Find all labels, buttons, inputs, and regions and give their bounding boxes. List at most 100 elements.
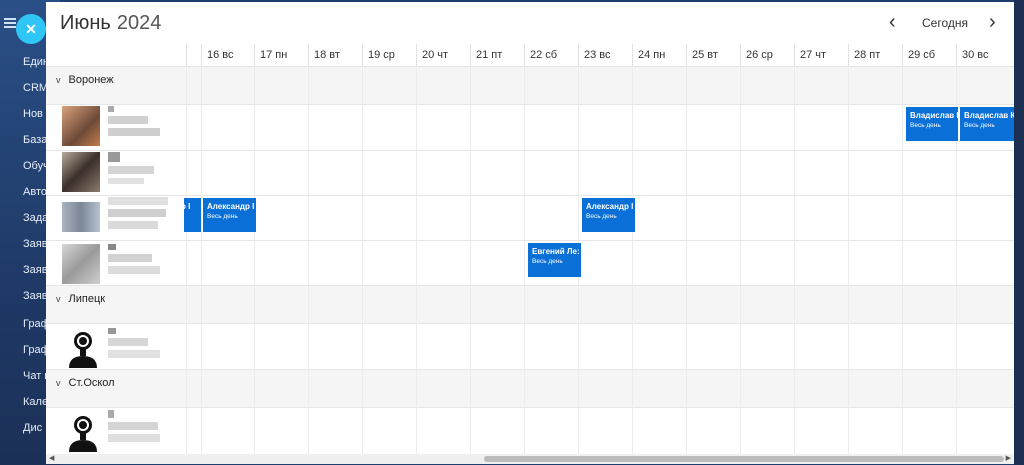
group-toggle[interactable]: v Ст.Оскол xyxy=(56,377,115,389)
close-icon: ✕ xyxy=(25,20,37,37)
day-header: 24 пн xyxy=(632,44,686,66)
grid-line xyxy=(902,66,903,454)
day-header: 27 чт xyxy=(794,44,848,66)
sidebar-item[interactable]: База xyxy=(23,134,47,146)
resource-name-redacted xyxy=(108,152,168,186)
sidebar-item[interactable]: CRM xyxy=(23,82,48,94)
sidebar-item[interactable]: Заяв xyxy=(23,290,48,302)
sidebar-item[interactable]: Обуч xyxy=(23,160,49,172)
calendar-panel: Июнь 2024 ‹ Сегодня › 16 вс 17 пн 18 вт 1… xyxy=(46,2,1014,464)
day-header: 26 ср xyxy=(740,44,794,66)
event-title: Владислав К xyxy=(910,111,958,120)
calendar-event[interactable]: Евгений Ле: Весь день xyxy=(528,243,581,277)
event-title: Евгений Ле: xyxy=(532,247,580,256)
timeline-grid: 16 вс 17 пн 18 вт 19 ср 20 чт 21 пт 22 с… xyxy=(46,44,1014,464)
sidebar-item[interactable]: Нов xyxy=(23,108,43,120)
event-duration: Весь день xyxy=(964,122,995,129)
grid-line xyxy=(362,66,363,454)
page-title: Июнь 2024 xyxy=(60,12,161,35)
day-header: 28 пт xyxy=(848,44,902,66)
sidebar-item[interactable]: Дис xyxy=(23,422,42,434)
resource-name-redacted xyxy=(108,328,168,362)
day-header: 19 ср xyxy=(362,44,416,66)
window-edge xyxy=(1014,0,1024,465)
resource-name-redacted xyxy=(108,106,168,140)
horizontal-scrollbar[interactable]: ◀ ▶ xyxy=(46,454,1014,464)
avatar xyxy=(62,244,100,284)
chevron-right-icon[interactable]: › xyxy=(989,10,1007,36)
calendar-event[interactable]: Александр I Весь день xyxy=(203,198,256,232)
group-row: v Воронеж xyxy=(46,66,1014,104)
event-duration: Весь день xyxy=(910,122,941,129)
month-label: Июнь xyxy=(60,12,111,34)
resource-row xyxy=(46,150,1014,195)
group-label: Ст.Оскол xyxy=(68,377,115,389)
group-row: v Ст.Оскол xyxy=(46,369,1014,407)
group-label: Воронеж xyxy=(68,74,114,86)
calendar-event[interactable]: Александр I Весь день xyxy=(582,198,635,232)
grid-line xyxy=(201,66,202,454)
grid-line xyxy=(308,66,309,454)
grid-line xyxy=(794,66,795,454)
grid-line xyxy=(470,66,471,454)
chevron-down-icon: v xyxy=(56,294,61,304)
today-button[interactable]: Сегодня xyxy=(922,16,968,30)
event-title: Александр I xyxy=(586,202,634,211)
grid-line xyxy=(416,66,417,454)
chevron-down-icon: v xyxy=(56,378,61,388)
resource-name-redacted xyxy=(108,410,168,444)
day-header: 17 пн xyxy=(254,44,308,66)
resource-row xyxy=(46,407,1014,454)
grid-line xyxy=(254,66,255,454)
group-toggle[interactable]: v Воронеж xyxy=(56,74,114,86)
close-panel-button[interactable]: ✕ xyxy=(16,14,46,44)
event-title: Александр I xyxy=(207,202,255,211)
sidebar-item[interactable]: Заяв xyxy=(23,238,48,250)
day-header: 18 вт xyxy=(308,44,362,66)
resource-row xyxy=(46,104,1014,150)
hamburger-menu-icon[interactable] xyxy=(4,18,16,28)
grid-line xyxy=(632,66,633,454)
calendar-event[interactable]: Владислав К Весь день xyxy=(906,107,958,141)
resource-name-redacted xyxy=(108,197,182,231)
calendar-event[interactable]: Владислав К Весь день xyxy=(960,107,1014,141)
resource-row xyxy=(46,323,1014,369)
calendar-event[interactable]: Александр I xyxy=(184,198,201,232)
avatar xyxy=(62,106,100,146)
scrollbar-thumb[interactable] xyxy=(484,456,1004,462)
avatar xyxy=(62,202,100,232)
event-duration: Весь день xyxy=(586,213,617,220)
grid-line xyxy=(186,66,187,454)
sidebar-item[interactable]: Авто xyxy=(23,186,47,198)
day-header-partial xyxy=(186,44,201,66)
event-duration: Весь день xyxy=(207,213,238,220)
grid-line xyxy=(686,66,687,454)
day-header: 22 сб xyxy=(524,44,578,66)
chevron-left-icon[interactable]: ‹ xyxy=(889,10,907,36)
grid-line xyxy=(524,66,525,454)
day-header: 25 вт xyxy=(686,44,740,66)
scroll-right-icon[interactable]: ▶ xyxy=(1006,454,1011,464)
grid-line xyxy=(848,66,849,454)
default-avatar-icon xyxy=(66,412,104,452)
sidebar-item[interactable]: Зада xyxy=(23,212,48,224)
default-avatar-icon xyxy=(66,328,104,368)
sidebar-item[interactable]: Кале xyxy=(23,396,48,408)
group-toggle[interactable]: v Липецк xyxy=(56,293,105,305)
scroll-left-icon[interactable]: ◀ xyxy=(49,454,54,464)
group-label: Липецк xyxy=(68,293,106,305)
day-header: 30 вс xyxy=(956,44,1014,66)
calendar-header: Июнь 2024 ‹ Сегодня › xyxy=(46,2,1014,44)
chevron-down-icon: v xyxy=(56,75,61,85)
day-header: 16 вс xyxy=(201,44,254,66)
day-header: 29 сб xyxy=(902,44,956,66)
day-header: 23 вс xyxy=(578,44,632,66)
year-label: 2024 xyxy=(116,12,162,34)
sidebar-item[interactable]: Заяв xyxy=(23,264,48,276)
group-row: v Липецк xyxy=(46,285,1014,323)
day-header: 20 чт xyxy=(416,44,470,66)
resource-name-redacted xyxy=(108,244,168,278)
event-title: Владислав К xyxy=(964,111,1014,120)
grid-line xyxy=(740,66,741,454)
day-header: 21 пт xyxy=(470,44,524,66)
